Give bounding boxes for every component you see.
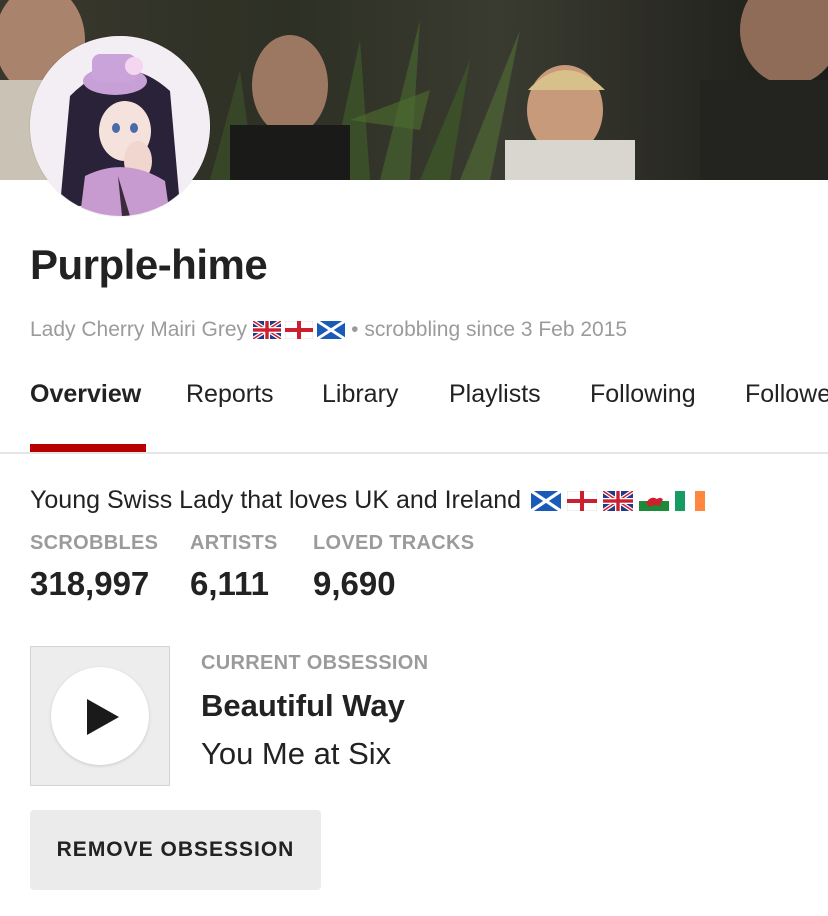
- profile-meta: Lady Cherry Mairi Grey • scrobbling sinc…: [30, 316, 627, 344]
- active-tab-indicator: [30, 444, 146, 452]
- stat-scrobbles[interactable]: SCROBBLES 318,997: [30, 532, 158, 603]
- tab-followers[interactable]: Followers: [745, 380, 828, 409]
- stat-loved-tracks[interactable]: LOVED TRACKS 9,690: [313, 532, 474, 603]
- scotland-flag-icon: [531, 490, 562, 511]
- obsession-artist-link[interactable]: You Me at Six: [201, 736, 391, 772]
- obsession-artwork: [30, 646, 170, 786]
- profile-avatar[interactable]: [30, 36, 210, 216]
- tab-overview[interactable]: Overview: [30, 380, 141, 409]
- tab-reports[interactable]: Reports: [186, 380, 274, 409]
- united-kingdom-flag-icon: [603, 490, 634, 511]
- profile-bio: Young Swiss Lady that loves UK and Irela…: [30, 486, 706, 515]
- england-flag-icon: [567, 490, 598, 511]
- play-icon: [87, 699, 119, 735]
- stat-value: 6,111: [190, 565, 269, 602]
- ireland-flag-icon: [675, 490, 706, 511]
- bio-flags: [531, 490, 706, 511]
- stat-artists[interactable]: ARTISTS 6,111: [190, 532, 278, 603]
- wales-flag-icon: [639, 490, 670, 511]
- stat-label: LOVED TRACKS: [313, 532, 475, 554]
- profile-navigation: Overview Reports Library Playlists Follo…: [0, 360, 828, 454]
- remove-obsession-button[interactable]: REMOVE OBSESSION: [30, 810, 321, 890]
- tab-playlists[interactable]: Playlists: [449, 380, 541, 409]
- obsession-heading: CURRENT OBSESSION: [201, 652, 429, 674]
- obsession-track-link[interactable]: Beautiful Way: [201, 688, 405, 724]
- meta-separator: •: [351, 318, 359, 341]
- stat-label: ARTISTS: [190, 532, 278, 554]
- bio-text: Young Swiss Lady that loves UK and Irela…: [30, 486, 522, 514]
- profile-meta-flags: [253, 321, 346, 339]
- scrobbling-since: scrobbling since 3 Feb 2015: [364, 318, 628, 341]
- stat-value: 318,997: [30, 565, 150, 602]
- profile-username: Purple-hime: [30, 241, 268, 288]
- profile-real-name: Lady Cherry Mairi Grey: [30, 318, 248, 341]
- tab-library[interactable]: Library: [322, 380, 398, 409]
- united-kingdom-flag-icon: [253, 321, 282, 339]
- tab-following[interactable]: Following: [590, 380, 696, 409]
- stat-label: SCROBBLES: [30, 532, 159, 554]
- play-button[interactable]: [51, 667, 149, 765]
- scotland-flag-icon: [317, 321, 346, 339]
- stat-value: 9,690: [313, 565, 396, 602]
- england-flag-icon: [285, 321, 314, 339]
